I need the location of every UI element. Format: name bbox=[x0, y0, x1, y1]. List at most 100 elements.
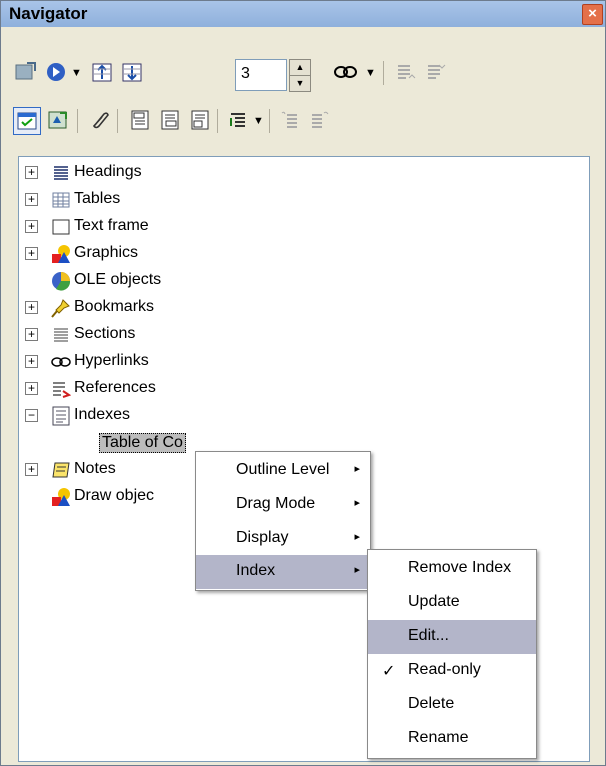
tree-item-label: Headings bbox=[74, 163, 142, 180]
toolbar-separator bbox=[77, 109, 78, 133]
graphics-icon bbox=[51, 244, 71, 264]
notes-icon bbox=[51, 460, 71, 480]
navigation-dropdown-icon[interactable]: ▼ bbox=[71, 67, 82, 79]
menu-item-display[interactable]: Display ▸ bbox=[196, 522, 370, 556]
spin-down-button[interactable]: ▼ bbox=[289, 75, 311, 92]
set-reminder-icon[interactable] bbox=[45, 107, 71, 133]
menu-item-label: Read-only bbox=[408, 661, 481, 678]
menu-item-label: Display bbox=[236, 529, 289, 546]
submenu-arrow-icon: ▸ bbox=[354, 463, 360, 475]
tree-item-headings[interactable]: + Headings bbox=[19, 159, 559, 185]
ole-objects-icon bbox=[51, 271, 71, 291]
collapse-icon[interactable]: − bbox=[25, 409, 38, 422]
anchor-frame-icon[interactable] bbox=[187, 107, 213, 133]
tree-item-graphics[interactable]: + Graphics bbox=[19, 240, 559, 266]
context-menu: Outline Level ▸ Drag Mode ▸ Display ▸ In… bbox=[195, 451, 371, 591]
toolbar-separator bbox=[383, 61, 384, 85]
menu-item-edit[interactable]: Edit... bbox=[368, 620, 536, 654]
menu-item-drag-mode[interactable]: Drag Mode ▸ bbox=[196, 488, 370, 522]
headings-icon bbox=[51, 163, 71, 183]
tree-item-text-frame[interactable]: + Text frame bbox=[19, 213, 559, 239]
submenu-arrow-icon: ▸ bbox=[354, 497, 360, 509]
tree-item-label: Sections bbox=[74, 325, 136, 342]
drag-mode-dropdown-icon[interactable]: ▼ bbox=[365, 67, 376, 79]
spin-up-button[interactable]: ▲ bbox=[289, 59, 311, 76]
expand-icon[interactable]: + bbox=[25, 220, 38, 233]
submenu-arrow-icon: ▸ bbox=[354, 531, 360, 543]
menu-item-label: Update bbox=[408, 593, 460, 610]
menu-item-label: Remove Index bbox=[408, 559, 512, 576]
outline-level-value: 3 bbox=[241, 65, 250, 82]
toolbar-separator bbox=[269, 109, 270, 133]
tree-item-label: Text frame bbox=[74, 217, 149, 234]
bookmarks-icon bbox=[51, 298, 71, 318]
tree-item-sections[interactable]: + Sections bbox=[19, 321, 559, 347]
references-icon bbox=[51, 379, 71, 399]
menu-item-label: Delete bbox=[408, 695, 455, 712]
promote-level-icon[interactable] bbox=[393, 59, 419, 85]
expand-icon[interactable]: + bbox=[25, 382, 38, 395]
tree-item-label: Notes bbox=[74, 460, 116, 477]
tree-item-label: Graphics bbox=[74, 244, 139, 261]
close-button[interactable]: × bbox=[582, 4, 603, 25]
menu-item-outline-level[interactable]: Outline Level ▸ bbox=[196, 454, 370, 488]
expand-icon[interactable]: + bbox=[25, 463, 38, 476]
next-icon[interactable] bbox=[119, 59, 145, 85]
tables-icon bbox=[51, 190, 71, 210]
tree-item-label: References bbox=[74, 379, 156, 396]
drag-mode-icon[interactable] bbox=[333, 59, 359, 85]
tree-item-bookmarks[interactable]: + Bookmarks bbox=[19, 294, 559, 320]
tree-item-label: Table of Co bbox=[99, 433, 186, 453]
submenu-arrow-icon: ▸ bbox=[354, 564, 360, 576]
menu-item-update[interactable]: Update bbox=[368, 586, 536, 620]
tree-item-label: Indexes bbox=[74, 406, 131, 423]
previous-icon[interactable] bbox=[89, 59, 115, 85]
toolbar-separator bbox=[217, 109, 218, 133]
tree-item-ole-objects[interactable]: OLE objects bbox=[19, 267, 559, 293]
expand-icon[interactable]: + bbox=[25, 301, 38, 314]
indexes-icon bbox=[51, 406, 71, 426]
content-view-icon[interactable] bbox=[13, 107, 41, 135]
menu-item-label: Drag Mode bbox=[236, 495, 316, 512]
expand-icon[interactable]: + bbox=[25, 328, 38, 341]
window-title: Navigator bbox=[9, 4, 88, 23]
expand-icon[interactable]: + bbox=[25, 355, 38, 368]
heading-levels-icon[interactable] bbox=[225, 107, 251, 133]
outline-level-stepper[interactable]: ▲ ▼ bbox=[289, 59, 311, 92]
menu-item-read-only[interactable]: ✓ Read-only bbox=[368, 654, 536, 688]
draw-objects-icon bbox=[51, 487, 71, 507]
menu-item-rename[interactable]: Rename bbox=[368, 722, 536, 756]
tree-item-label: Tables bbox=[74, 190, 121, 207]
tree-item-label: Draw objec bbox=[74, 487, 155, 504]
menu-item-label: Edit... bbox=[408, 627, 449, 644]
hyperlinks-icon bbox=[51, 352, 71, 372]
menu-item-label: Outline Level bbox=[236, 461, 330, 478]
menu-item-remove-index[interactable]: Remove Index bbox=[368, 552, 536, 586]
heading-levels-dropdown-icon[interactable]: ▼ bbox=[253, 115, 264, 127]
text-frame-icon bbox=[51, 217, 71, 237]
menu-item-label: Rename bbox=[408, 729, 469, 746]
outline-level-input[interactable]: 3 bbox=[235, 59, 287, 91]
demote-chapter-icon[interactable] bbox=[307, 107, 333, 133]
tree-item-tables[interactable]: + Tables bbox=[19, 186, 559, 212]
expand-icon[interactable]: + bbox=[25, 166, 38, 179]
tree-item-label: Hyperlinks bbox=[74, 352, 149, 369]
anchor-icon[interactable] bbox=[87, 107, 113, 133]
expand-icon[interactable]: + bbox=[25, 247, 38, 260]
tree-item-indexes[interactable]: − Indexes bbox=[19, 402, 559, 428]
footer-icon[interactable] bbox=[157, 107, 183, 133]
menu-item-index[interactable]: Index ▸ bbox=[196, 555, 370, 589]
toggle-icon[interactable] bbox=[13, 59, 39, 85]
tree-item-references[interactable]: + References bbox=[19, 375, 559, 401]
toolbar-separator bbox=[117, 109, 118, 133]
title-bar[interactable]: Navigator × bbox=[1, 1, 605, 27]
header-icon[interactable] bbox=[127, 107, 153, 133]
navigation-icon[interactable] bbox=[43, 59, 69, 85]
expand-icon[interactable]: + bbox=[25, 193, 38, 206]
tree-item-label: OLE objects bbox=[74, 271, 162, 288]
sections-icon bbox=[51, 325, 71, 345]
menu-item-delete[interactable]: Delete bbox=[368, 688, 536, 722]
tree-item-hyperlinks[interactable]: + Hyperlinks bbox=[19, 348, 559, 374]
demote-level-icon[interactable] bbox=[423, 59, 449, 85]
promote-chapter-icon[interactable] bbox=[277, 107, 303, 133]
